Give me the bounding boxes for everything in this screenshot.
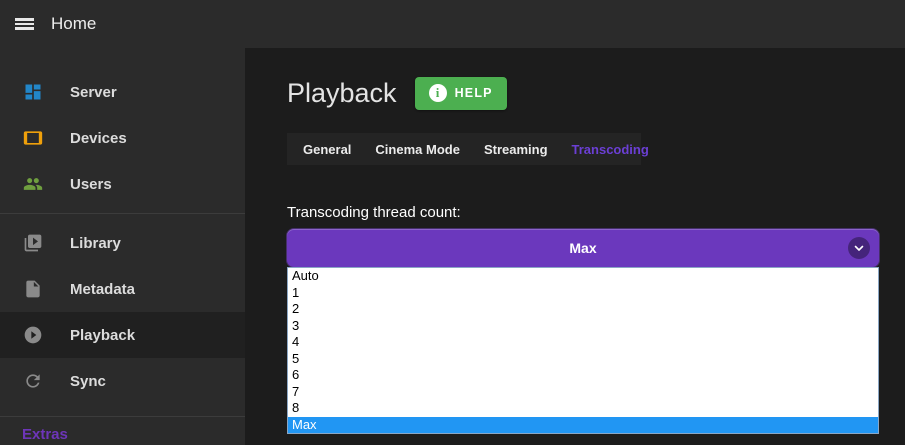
info-icon: i (428, 84, 447, 102)
transcoding-thread-count-label: Transcoding thread count: (287, 204, 461, 221)
sidebar-item-label: Users (70, 175, 112, 193)
sidebar-item-server[interactable]: Server (0, 69, 245, 115)
sidebar-extras-label[interactable]: Extras (0, 426, 245, 443)
sidebar-item-label: Library (70, 234, 121, 252)
option-1[interactable]: 1 (288, 285, 878, 302)
page-title: Playback (287, 77, 397, 108)
dashboard-icon (22, 81, 44, 103)
sidebar-item-sync[interactable]: Sync (0, 358, 245, 404)
sidebar-item-library[interactable]: Library (0, 220, 245, 266)
tab-general[interactable]: General (291, 142, 363, 157)
option-4[interactable]: 4 (288, 334, 878, 351)
sidebar-divider (0, 213, 245, 214)
tablet-icon (22, 127, 44, 149)
option-7[interactable]: 7 (288, 384, 878, 401)
sidebar-item-label: Playback (70, 326, 136, 344)
help-button[interactable]: i HELP (414, 76, 507, 110)
file-icon (22, 278, 44, 300)
tab-bar: General Cinema Mode Streaming Transcoding (287, 133, 649, 165)
option-5[interactable]: 5 (288, 351, 878, 368)
sidebar-item-label: Metadata (70, 280, 136, 298)
tab-transcoding[interactable]: Transcoding (560, 142, 661, 157)
sidebar-divider (0, 416, 245, 417)
tab-cinema-mode[interactable]: Cinema Mode (363, 142, 472, 157)
option-2[interactable]: 2 (288, 301, 878, 318)
top-app-bar: Home (0, 0, 905, 48)
sidebar-item-label: Sync (70, 372, 106, 390)
sidebar-item-label: Server (70, 83, 117, 101)
sidebar-item-devices[interactable]: Devices (0, 115, 245, 161)
tab-streaming[interactable]: Streaming (472, 142, 560, 157)
sidebar: Server Devices Users Library Metadata Playbac… (0, 48, 245, 445)
sync-icon (22, 370, 44, 392)
option-3[interactable]: 3 (288, 318, 878, 335)
app-title: Home (51, 14, 97, 33)
option-auto[interactable]: Auto (288, 268, 878, 285)
play-circle-icon (22, 324, 44, 346)
users-icon (22, 173, 44, 195)
hamburger-menu-icon[interactable] (15, 17, 35, 31)
chevron-down-icon[interactable] (848, 237, 870, 259)
sidebar-item-playback[interactable]: Playback (0, 312, 245, 358)
main-content: Playback i HELP General Cinema Mode Stream… (245, 48, 905, 445)
select-dropdown-popup: Auto 1 2 3 4 5 6 7 8 Max (287, 267, 879, 434)
sidebar-item-users[interactable]: Users (0, 161, 245, 207)
video-library-icon (22, 232, 44, 254)
help-button-label: HELP (454, 86, 493, 100)
thread-count-select[interactable]: Max (287, 229, 879, 267)
sidebar-item-metadata[interactable]: Metadata (0, 266, 245, 312)
option-6[interactable]: 6 (288, 367, 878, 384)
option-8[interactable]: 8 (288, 400, 878, 417)
sidebar-item-label: Devices (70, 129, 127, 147)
select-current-value: Max (569, 240, 597, 256)
option-max[interactable]: Max (288, 416, 878, 433)
